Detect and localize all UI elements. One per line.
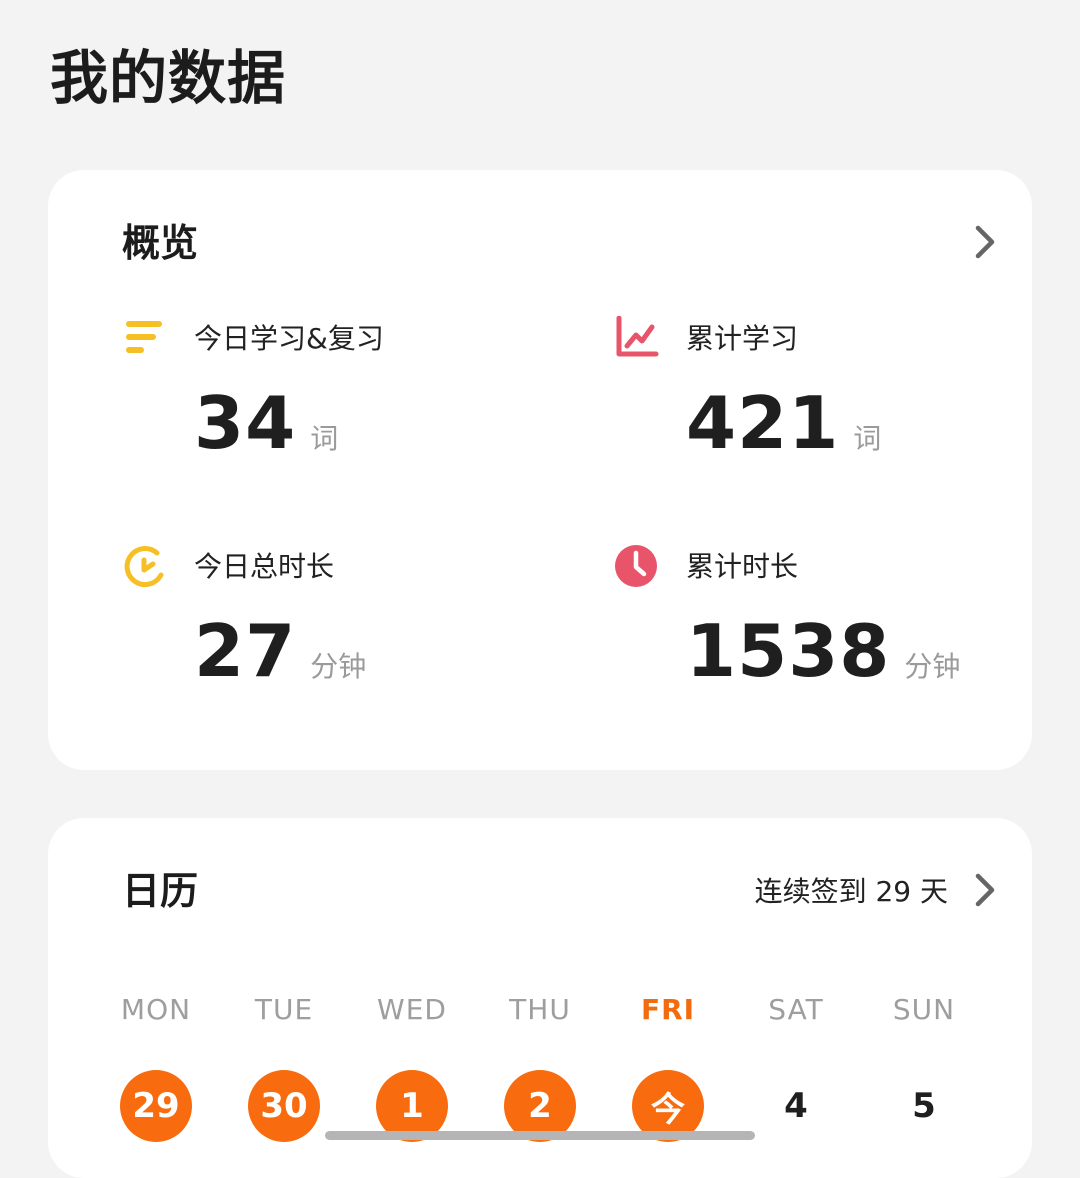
- stat-label: 累计时长: [686, 550, 799, 583]
- stat-unit: 词: [310, 422, 339, 455]
- day-number: 29: [120, 1070, 192, 1142]
- clock-icon: [615, 545, 657, 587]
- streak-text[interactable]: 连续签到 29 天: [755, 872, 948, 912]
- page-title: 我的数据: [50, 44, 287, 112]
- weekday-label: TUE: [254, 993, 314, 1026]
- calendar-card[interactable]: 日历 连续签到 29 天 MON TUE WED THU FRI SAT SUN…: [48, 818, 1032, 1178]
- weekday-label: FRI: [640, 993, 696, 1026]
- day-number: 5: [912, 1086, 936, 1126]
- stat-value: 34 词: [194, 381, 339, 465]
- weekday-label: SUN: [892, 993, 956, 1026]
- calendar-title: 日历: [122, 869, 199, 913]
- chevron-right-icon[interactable]: [970, 222, 1000, 262]
- progress-ring-icon: [124, 546, 164, 587]
- chevron-right-icon[interactable]: [970, 870, 1000, 910]
- stat-unit: 分钟: [310, 650, 367, 683]
- weekday-label: MON: [120, 993, 192, 1026]
- overview-card[interactable]: 概览 今日学习&复习 34 词 累计学习 421 词 今日总时长 27 分钟 累…: [48, 170, 1032, 770]
- stat-label: 今日学习&复习: [194, 322, 384, 355]
- line-chart-icon: [616, 316, 659, 357]
- overview-title: 概览: [122, 221, 199, 265]
- stat-label: 累计学习: [686, 322, 799, 355]
- weekday-label: WED: [377, 993, 447, 1026]
- calendar-day[interactable]: 5: [860, 1070, 988, 1142]
- day-number: 4: [784, 1086, 808, 1126]
- stat-value: 1538 分钟: [686, 609, 961, 693]
- stat-value: 27 分钟: [194, 609, 367, 693]
- home-indicator[interactable]: [325, 1131, 755, 1140]
- stat-unit: 词: [853, 422, 882, 455]
- stat-today-duration: 今日总时长 27 分钟: [122, 544, 542, 724]
- weekday-row: MON TUE WED THU FRI SAT SUN: [92, 990, 988, 1030]
- stat-unit: 分钟: [904, 650, 961, 683]
- stat-total-study: 累计学习 421 词: [614, 316, 1034, 496]
- stat-today-study-review: 今日学习&复习 34 词: [122, 316, 542, 496]
- stat-value: 421 词: [686, 381, 882, 465]
- lines-icon: [126, 321, 162, 353]
- calendar-day[interactable]: 29: [92, 1070, 220, 1142]
- stat-total-duration: 累计时长 1538 分钟: [614, 544, 1034, 724]
- day-number: 30: [248, 1070, 320, 1142]
- weekday-label: SAT: [768, 993, 824, 1026]
- stat-label: 今日总时长: [194, 550, 335, 583]
- weekday-label: THU: [509, 993, 571, 1026]
